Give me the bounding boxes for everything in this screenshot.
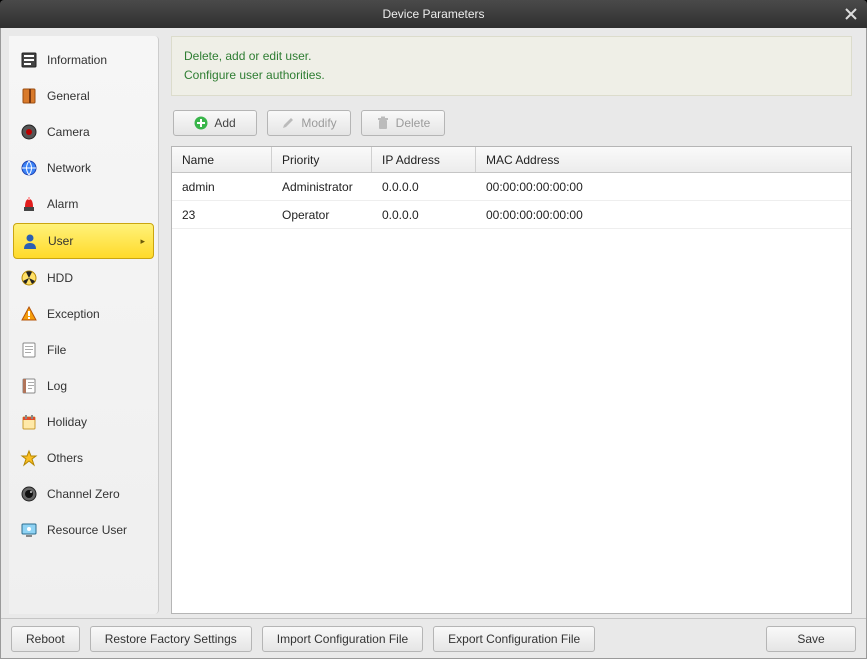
sidebar-item-label: Resource User — [47, 523, 127, 537]
sidebar-item-label: Camera — [47, 125, 90, 139]
sidebar-item-label: Others — [47, 451, 83, 465]
add-button-label: Add — [214, 116, 235, 130]
sidebar-item-channel-zero[interactable]: Channel Zero — [9, 476, 158, 512]
body: Information General Camera — [0, 28, 867, 659]
import-label: Import Configuration File — [277, 632, 408, 646]
network-icon — [19, 158, 39, 178]
window: Device Parameters Information General — [0, 0, 867, 659]
modify-button-label: Modify — [301, 116, 336, 130]
table-header: Name Priority IP Address MAC Address — [172, 147, 851, 173]
restore-factory-button[interactable]: Restore Factory Settings — [90, 626, 252, 652]
sidebar-item-label: Exception — [47, 307, 100, 321]
sidebar-item-label: Network — [47, 161, 91, 175]
hdd-icon — [19, 268, 39, 288]
sidebar-item-general[interactable]: General — [9, 78, 158, 114]
save-label: Save — [797, 632, 824, 646]
trash-icon — [376, 116, 390, 130]
book-icon — [19, 86, 39, 106]
table-row[interactable]: 23 Operator 0.0.0.0 00:00:00:00:00:00 — [172, 201, 851, 229]
sidebar-item-label: File — [47, 343, 66, 357]
star-icon — [19, 448, 39, 468]
cell-priority: Operator — [272, 201, 372, 228]
delete-button[interactable]: Delete — [361, 110, 445, 136]
user-table: Name Priority IP Address MAC Address adm… — [171, 146, 852, 614]
table-row[interactable]: admin Administrator 0.0.0.0 00:00:00:00:… — [172, 173, 851, 201]
sidebar: Information General Camera — [9, 36, 159, 614]
export-config-button[interactable]: Export Configuration File — [433, 626, 595, 652]
sidebar-item-label: User — [48, 234, 73, 248]
import-config-button[interactable]: Import Configuration File — [262, 626, 423, 652]
info-icon — [19, 50, 39, 70]
sidebar-item-camera[interactable]: Camera — [9, 114, 158, 150]
col-header-mac[interactable]: MAC Address — [476, 147, 851, 172]
help-line-1: Delete, add or edit user. — [184, 47, 839, 66]
cell-ip: 0.0.0.0 — [372, 201, 476, 228]
sidebar-item-user[interactable]: User ▸ — [13, 223, 154, 259]
alarm-icon — [19, 194, 39, 214]
sidebar-item-label: Alarm — [47, 197, 78, 211]
sidebar-item-label: General — [47, 89, 90, 103]
chevron-right-icon: ▸ — [140, 236, 145, 247]
holiday-icon — [19, 412, 39, 432]
close-button[interactable] — [841, 4, 861, 24]
toolbar: Add Modify Delete — [171, 106, 852, 136]
plus-icon — [194, 116, 208, 130]
sidebar-item-information[interactable]: Information — [9, 42, 158, 78]
sidebar-item-resource-user[interactable]: Resource User — [9, 512, 158, 548]
window-title: Device Parameters — [382, 7, 484, 21]
camera-lens-icon — [19, 484, 39, 504]
file-icon — [19, 340, 39, 360]
exception-icon — [19, 304, 39, 324]
add-button[interactable]: Add — [173, 110, 257, 136]
cell-name: admin — [172, 173, 272, 200]
camera-icon — [19, 122, 39, 142]
log-icon — [19, 376, 39, 396]
sidebar-item-holiday[interactable]: Holiday — [9, 404, 158, 440]
col-header-priority[interactable]: Priority — [272, 147, 372, 172]
pencil-icon — [281, 116, 295, 130]
cell-mac: 00:00:00:00:00:00 — [476, 201, 851, 228]
cell-ip: 0.0.0.0 — [372, 173, 476, 200]
table-body: admin Administrator 0.0.0.0 00:00:00:00:… — [172, 173, 851, 613]
sidebar-item-label: Log — [47, 379, 67, 393]
help-line-2: Configure user authorities. — [184, 66, 839, 85]
delete-button-label: Delete — [396, 116, 431, 130]
sidebar-item-exception[interactable]: Exception — [9, 296, 158, 332]
export-label: Export Configuration File — [448, 632, 580, 646]
sidebar-item-others[interactable]: Others — [9, 440, 158, 476]
sidebar-item-network[interactable]: Network — [9, 150, 158, 186]
restore-label: Restore Factory Settings — [105, 632, 237, 646]
sidebar-item-alarm[interactable]: Alarm — [9, 186, 158, 222]
footer: Reboot Restore Factory Settings Import C… — [1, 618, 866, 658]
content-area: Information General Camera — [1, 28, 866, 618]
sidebar-item-file[interactable]: File — [9, 332, 158, 368]
sidebar-item-label: Channel Zero — [47, 487, 120, 501]
user-icon — [20, 231, 40, 251]
resource-user-icon — [19, 520, 39, 540]
close-icon — [845, 8, 857, 20]
reboot-button[interactable]: Reboot — [11, 626, 80, 652]
cell-mac: 00:00:00:00:00:00 — [476, 173, 851, 200]
cell-priority: Administrator — [272, 173, 372, 200]
sidebar-item-label: HDD — [47, 271, 73, 285]
sidebar-item-label: Information — [47, 53, 107, 67]
sidebar-item-hdd[interactable]: HDD — [9, 260, 158, 296]
save-button[interactable]: Save — [766, 626, 856, 652]
sidebar-item-log[interactable]: Log — [9, 368, 158, 404]
modify-button[interactable]: Modify — [267, 110, 351, 136]
col-header-ip[interactable]: IP Address — [372, 147, 476, 172]
main-panel: Delete, add or edit user. Configure user… — [171, 36, 858, 614]
help-panel: Delete, add or edit user. Configure user… — [171, 36, 852, 96]
reboot-label: Reboot — [26, 632, 65, 646]
cell-name: 23 — [172, 201, 272, 228]
col-header-name[interactable]: Name — [172, 147, 272, 172]
sidebar-item-label: Holiday — [47, 415, 87, 429]
titlebar: Device Parameters — [0, 0, 867, 28]
